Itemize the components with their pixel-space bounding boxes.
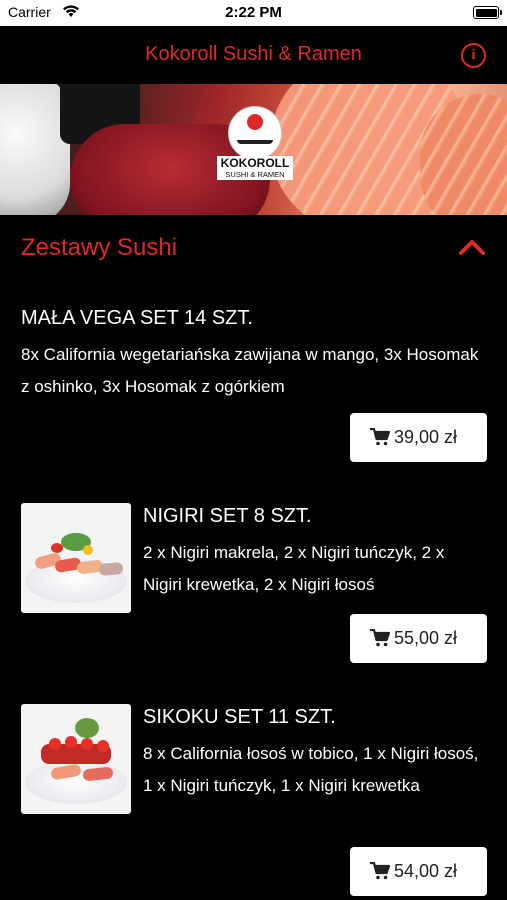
clock: 2:22 PM <box>225 4 282 21</box>
category-title: Zestawy Sushi <box>21 234 178 261</box>
item-image <box>21 503 131 613</box>
menu-item[interactable]: NIGIRI SET 8 SZT. 2 x Nigiri makrela, 2 … <box>0 492 507 692</box>
add-to-cart-button[interactable]: 55,00 zł <box>350 614 487 663</box>
chevron-up-icon[interactable] <box>459 239 485 255</box>
status-bar: Carrier 2:22 PM <box>0 0 507 26</box>
info-icon[interactable]: i <box>461 43 486 68</box>
category-header[interactable]: Zestawy Sushi <box>0 215 507 280</box>
hero-banner: KOKOROLL SUSHI & RAMEN <box>0 84 507 215</box>
item-price: 54,00 zł <box>394 861 458 881</box>
logo-name: KOKOROLL <box>217 156 293 170</box>
item-name: MAŁA VEGA SET 14 SZT. <box>21 307 253 329</box>
nav-bar: Kokoroll Sushi & Ramen i <box>0 26 507 84</box>
item-description: 8 x California łosoś w tobico, 1 x Nigir… <box>143 744 479 795</box>
item-description: 2 x Nigiri makrela, 2 x Nigiri tuńczyk, … <box>143 543 445 594</box>
app-title: Kokoroll Sushi & Ramen <box>145 43 362 65</box>
cart-icon <box>370 428 390 446</box>
item-name: NIGIRI SET 8 SZT. <box>143 505 312 527</box>
menu-item[interactable]: SIKOKU SET 11 SZT. 8 x California łosoś … <box>0 692 507 900</box>
cart-icon <box>370 862 390 880</box>
item-price: 55,00 zł <box>394 628 458 648</box>
item-price: 39,00 zł <box>394 427 458 447</box>
logo-subtitle: SUSHI & RAMEN <box>217 170 293 180</box>
add-to-cart-button[interactable]: 39,00 zł <box>350 413 487 462</box>
item-description: 8x California wegetariańska zawijana w m… <box>21 345 479 396</box>
add-to-cart-button[interactable]: 54,00 zł <box>350 847 487 896</box>
cart-icon <box>370 629 390 647</box>
item-name: SIKOKU SET 11 SZT. <box>143 706 336 728</box>
restaurant-logo: KOKOROLL SUSHI & RAMEN <box>217 106 293 192</box>
item-image <box>21 704 131 814</box>
battery-icon <box>473 6 502 19</box>
menu-item[interactable]: MAŁA VEGA SET 14 SZT. 8x California wege… <box>0 280 507 492</box>
